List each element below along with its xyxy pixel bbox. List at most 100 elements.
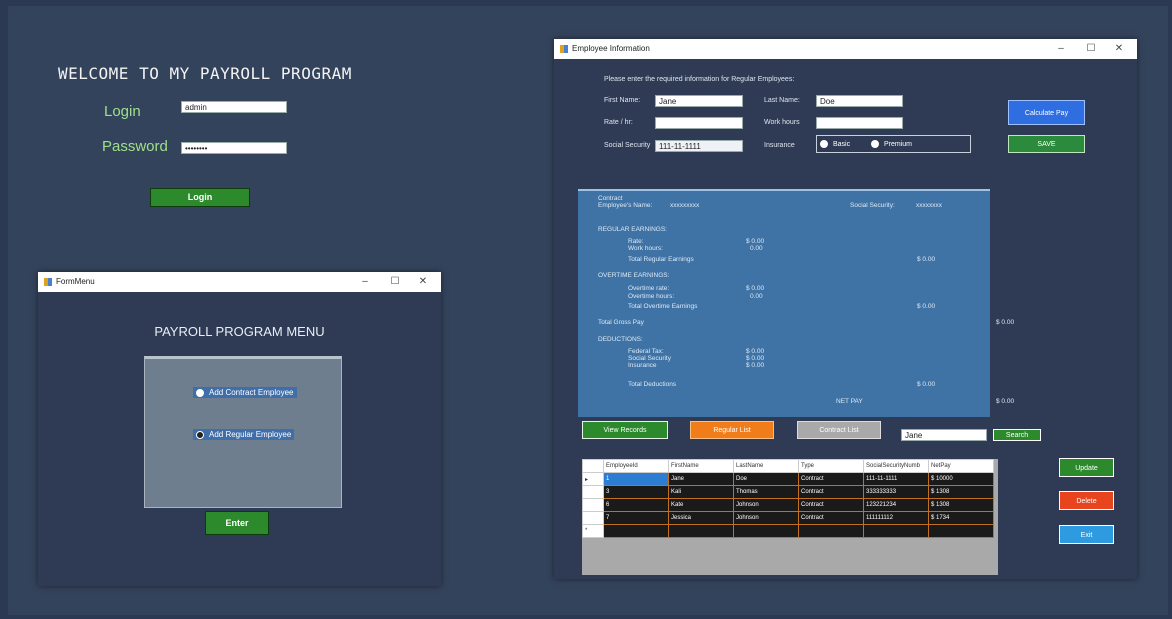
table-cell[interactable]: Contract [798, 485, 864, 499]
table-cell[interactable]: $ 10000 [928, 472, 994, 486]
login-label: Login [104, 103, 141, 120]
ot-hours-text: Overtime hours: [628, 293, 675, 300]
app-icon [560, 45, 568, 53]
table-cell[interactable]: Jessica [668, 511, 734, 525]
table-cell[interactable]: 7 [603, 511, 669, 525]
first-name-input[interactable]: Jane [655, 95, 743, 107]
table-cell[interactable] [603, 524, 669, 538]
calculate-pay-button[interactable]: Calculate Pay [1008, 100, 1085, 125]
row-header-corner [582, 459, 604, 473]
table-cell[interactable]: 333333333 [863, 485, 929, 499]
table-cell[interactable]: $ 1308 [928, 498, 994, 512]
table-row[interactable]: 7 Jessica Johnson Contract 111111112 $ 1734 [582, 511, 994, 525]
maximize-icon[interactable]: ☐ [385, 272, 405, 292]
column-header[interactable]: EmployeeId [603, 459, 669, 473]
last-name-input[interactable]: Doe [816, 95, 903, 107]
ss-value: xxxxxxxx [916, 202, 942, 209]
maximize-icon[interactable]: ☐ [1081, 39, 1101, 59]
table-row[interactable]: ▸ 1 Jane Doe Contract 111-11-1111 $ 10000 [582, 472, 994, 486]
row-header[interactable] [582, 485, 604, 499]
work-hours-label: Work hours [764, 119, 800, 126]
rate-value: $ 0.00 [746, 238, 765, 245]
table-cell[interactable] [733, 524, 799, 538]
password-input[interactable]: •••••••• [181, 142, 287, 154]
exit-button[interactable]: Exit [1059, 525, 1114, 544]
row-header[interactable] [582, 498, 604, 512]
login-input[interactable]: admin [181, 101, 287, 113]
table-cell[interactable]: 123221234 [863, 498, 929, 512]
table-cell[interactable] [798, 524, 864, 538]
view-records-button[interactable]: View Records [582, 421, 668, 439]
total-deductions-value: $ 0.00 [917, 381, 936, 388]
delete-button[interactable]: Delete [1059, 491, 1114, 510]
table-cell[interactable]: Johnson [733, 511, 799, 525]
table-cell[interactable]: 3 [603, 485, 669, 499]
close-icon[interactable]: ✕ [413, 272, 433, 292]
table-cell[interactable]: Thomas [733, 485, 799, 499]
form-menu-window: FormMenu – ☐ ✕ PAYROLL PROGRAM MENU Add … [38, 272, 441, 586]
table-cell[interactable]: Kate [668, 498, 734, 512]
table-cell[interactable]: 111111112 [863, 511, 929, 525]
column-header[interactable]: NetPay [928, 459, 994, 473]
deductions-heading: DEDUCTIONS: [598, 336, 643, 343]
insurance-text: Insurance [628, 362, 657, 369]
ss-label: Social Security: [850, 202, 895, 209]
save-button[interactable]: SAVE [1008, 135, 1085, 153]
column-header[interactable]: LastName [733, 459, 799, 473]
radio-premium[interactable]: Premium [871, 140, 912, 148]
row-header[interactable] [582, 511, 604, 525]
row-pointer-icon[interactable]: ▸ [582, 472, 604, 486]
rate-text: Rate: [628, 238, 644, 245]
radio-basic[interactable]: Basic [820, 140, 850, 148]
table-cell[interactable]: 6 [603, 498, 669, 512]
table-cell[interactable]: 111-11-1111 [863, 472, 929, 486]
table-cell[interactable]: 1 [603, 472, 669, 486]
update-button[interactable]: Update [1059, 458, 1114, 477]
overtime-earnings-heading: OVERTIME EARNINGS: [598, 272, 670, 279]
federal-tax-text: Federal Tax: [628, 348, 664, 355]
search-input[interactable]: Jane [901, 429, 987, 441]
column-header[interactable]: FirstName [668, 459, 734, 473]
social-security-text: Social Security [628, 355, 671, 362]
employee-info-title: Employee Information [572, 44, 650, 53]
new-row[interactable]: * [582, 524, 994, 538]
table-cell[interactable]: Contract [798, 498, 864, 512]
table-cell[interactable]: $ 1734 [928, 511, 994, 525]
first-name-label: First Name: [604, 97, 641, 104]
ot-hours-value: 0.00 [750, 293, 763, 300]
table-cell[interactable] [668, 524, 734, 538]
regular-list-button[interactable]: Regular List [690, 421, 774, 439]
table-cell[interactable]: Jane [668, 472, 734, 486]
radio-add-contract[interactable]: Add Contract Employee [193, 387, 297, 398]
contract-list-button[interactable]: Contract List [797, 421, 881, 439]
gross-pay-text: Total Gross Pay [598, 319, 644, 326]
table-cell[interactable]: $ 1308 [928, 485, 994, 499]
minimize-icon[interactable]: – [1051, 39, 1071, 59]
work-hours-input[interactable] [816, 117, 903, 129]
radio-add-regular[interactable]: Add Regular Employee [193, 429, 295, 440]
enter-button[interactable]: Enter [205, 511, 269, 535]
table-cell[interactable]: Johnson [733, 498, 799, 512]
employee-type-text: Contract [598, 195, 623, 202]
table-cell[interactable]: Doe [733, 472, 799, 486]
employee-name-value: xxxxxxxxx [670, 202, 700, 209]
total-regular-value: $ 0.00 [917, 256, 936, 263]
table-cell[interactable] [928, 524, 994, 538]
new-row-icon: * [582, 524, 604, 538]
table-cell[interactable]: Contract [798, 472, 864, 486]
column-header[interactable]: SocialSecurityNumb [863, 459, 929, 473]
column-header[interactable]: Type [798, 459, 864, 473]
table-row[interactable]: 6 Kate Johnson Contract 123221234 $ 1308 [582, 498, 994, 512]
rate-label: Rate / hr: [604, 119, 633, 126]
rate-input[interactable] [655, 117, 743, 129]
table-row[interactable]: 3 Kali Thomas Contract 333333333 $ 1308 [582, 485, 994, 499]
close-icon[interactable]: ✕ [1109, 39, 1129, 59]
table-cell[interactable]: Kali [668, 485, 734, 499]
minimize-icon[interactable]: – [355, 272, 375, 292]
table-cell[interactable] [863, 524, 929, 538]
menu-heading: PAYROLL PROGRAM MENU [154, 324, 325, 339]
ssn-input[interactable]: 111-11-1111 [655, 140, 743, 152]
table-cell[interactable]: Contract [798, 511, 864, 525]
login-button[interactable]: Login [150, 188, 250, 207]
search-button[interactable]: Search [993, 429, 1041, 441]
